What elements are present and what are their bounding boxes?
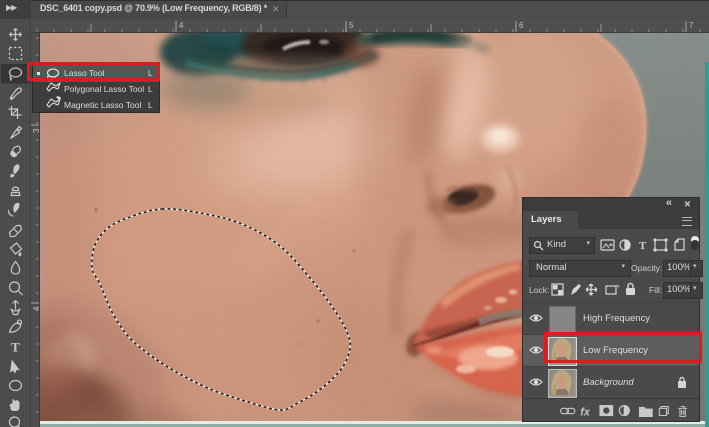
svg-text:3: 3	[32, 128, 40, 133]
svg-text:4: 4	[179, 21, 184, 30]
svg-text:4: 4	[32, 306, 40, 311]
svg-text:6: 6	[519, 21, 524, 30]
svg-text:T: T	[11, 340, 20, 355]
svg-text:T: T	[639, 240, 647, 252]
svg-text:7: 7	[689, 21, 694, 30]
svg-text:5: 5	[349, 21, 354, 30]
svg-text:fx: fx	[580, 406, 591, 418]
